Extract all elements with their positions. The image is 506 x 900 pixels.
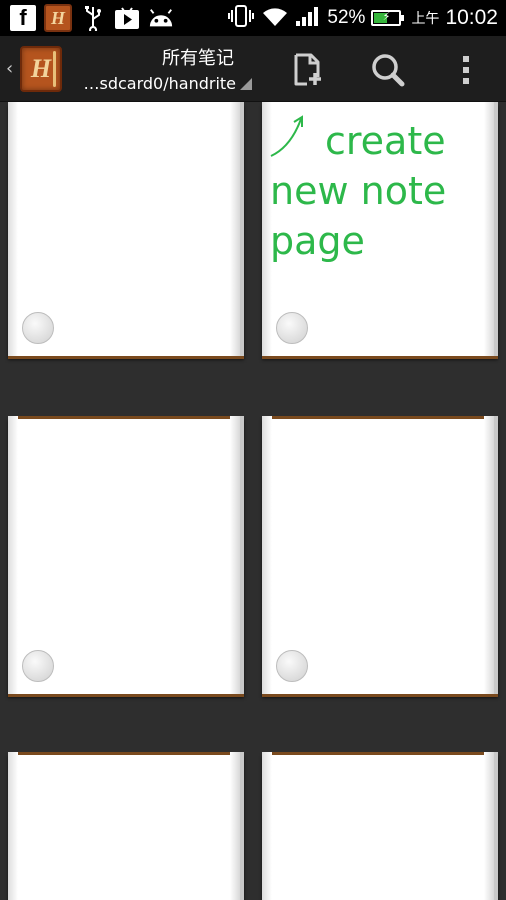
page-fold xyxy=(8,416,18,694)
page-fold xyxy=(8,102,18,356)
page-top-edge xyxy=(8,416,240,419)
facebook-icon: f xyxy=(10,5,36,31)
ring-icon xyxy=(276,312,308,344)
folder-path[interactable]: …sdcard0/handrite xyxy=(80,74,237,93)
new-note-icon xyxy=(294,53,321,86)
page-edge xyxy=(484,102,494,356)
page-top-edge xyxy=(262,752,494,755)
page-fold xyxy=(8,752,18,900)
path-dropdown-icon[interactable] xyxy=(240,78,252,90)
action-bar: ‹ H 所有笔记 …sdcard0/handrite xyxy=(0,36,506,102)
hint-line-1: create xyxy=(325,119,446,163)
clock: 10:02 xyxy=(445,6,498,29)
time-period: 上午 xyxy=(411,10,440,26)
battery-percent: 52% xyxy=(327,7,366,28)
play-store-icon xyxy=(114,5,140,31)
page-fold xyxy=(262,752,272,900)
system-status: 52% ⚡ 上午 10:02 xyxy=(227,4,498,32)
ring-icon xyxy=(276,650,308,682)
page-top-edge xyxy=(8,752,240,755)
page-fold xyxy=(262,416,272,694)
note-page[interactable] xyxy=(262,752,498,900)
battery-charging-icon: ⚡ xyxy=(371,10,405,26)
page-edge xyxy=(230,752,240,900)
page-edge xyxy=(484,416,494,694)
overflow-menu-icon xyxy=(463,56,469,84)
wifi-icon xyxy=(261,5,289,31)
ring-icon xyxy=(22,312,54,344)
usb-icon xyxy=(80,5,106,31)
logo-spine xyxy=(53,51,56,87)
status-bar: f H 52% ⚡ 上午 10:02 xyxy=(0,0,506,36)
hint-line-2: new note xyxy=(270,169,447,213)
new-note-button[interactable] xyxy=(288,50,328,90)
search-button[interactable] xyxy=(368,50,408,90)
note-page[interactable] xyxy=(8,752,244,900)
notes-grid: create new note page xyxy=(0,102,506,900)
page-title: 所有笔记 xyxy=(162,48,234,69)
page-edge xyxy=(230,416,240,694)
page-edge xyxy=(484,752,494,900)
notification-icons: f H xyxy=(10,4,174,32)
note-page[interactable] xyxy=(8,102,244,356)
android-icon xyxy=(148,5,174,31)
vibrate-icon xyxy=(227,4,255,32)
page-top-edge xyxy=(262,416,494,419)
page-edge xyxy=(230,102,240,356)
app-logo[interactable]: H xyxy=(20,46,62,92)
hint-line-3: page xyxy=(270,219,365,263)
hint-arrow-icon xyxy=(270,115,303,157)
back-chevron-icon[interactable]: ‹ xyxy=(6,58,13,79)
note-page[interactable] xyxy=(8,416,244,694)
handrite-app-icon: H xyxy=(44,4,72,32)
search-icon xyxy=(372,54,405,87)
signal-icon xyxy=(295,5,321,31)
ring-icon xyxy=(22,650,54,682)
note-page[interactable] xyxy=(262,416,498,694)
overflow-menu-button[interactable] xyxy=(446,50,486,90)
